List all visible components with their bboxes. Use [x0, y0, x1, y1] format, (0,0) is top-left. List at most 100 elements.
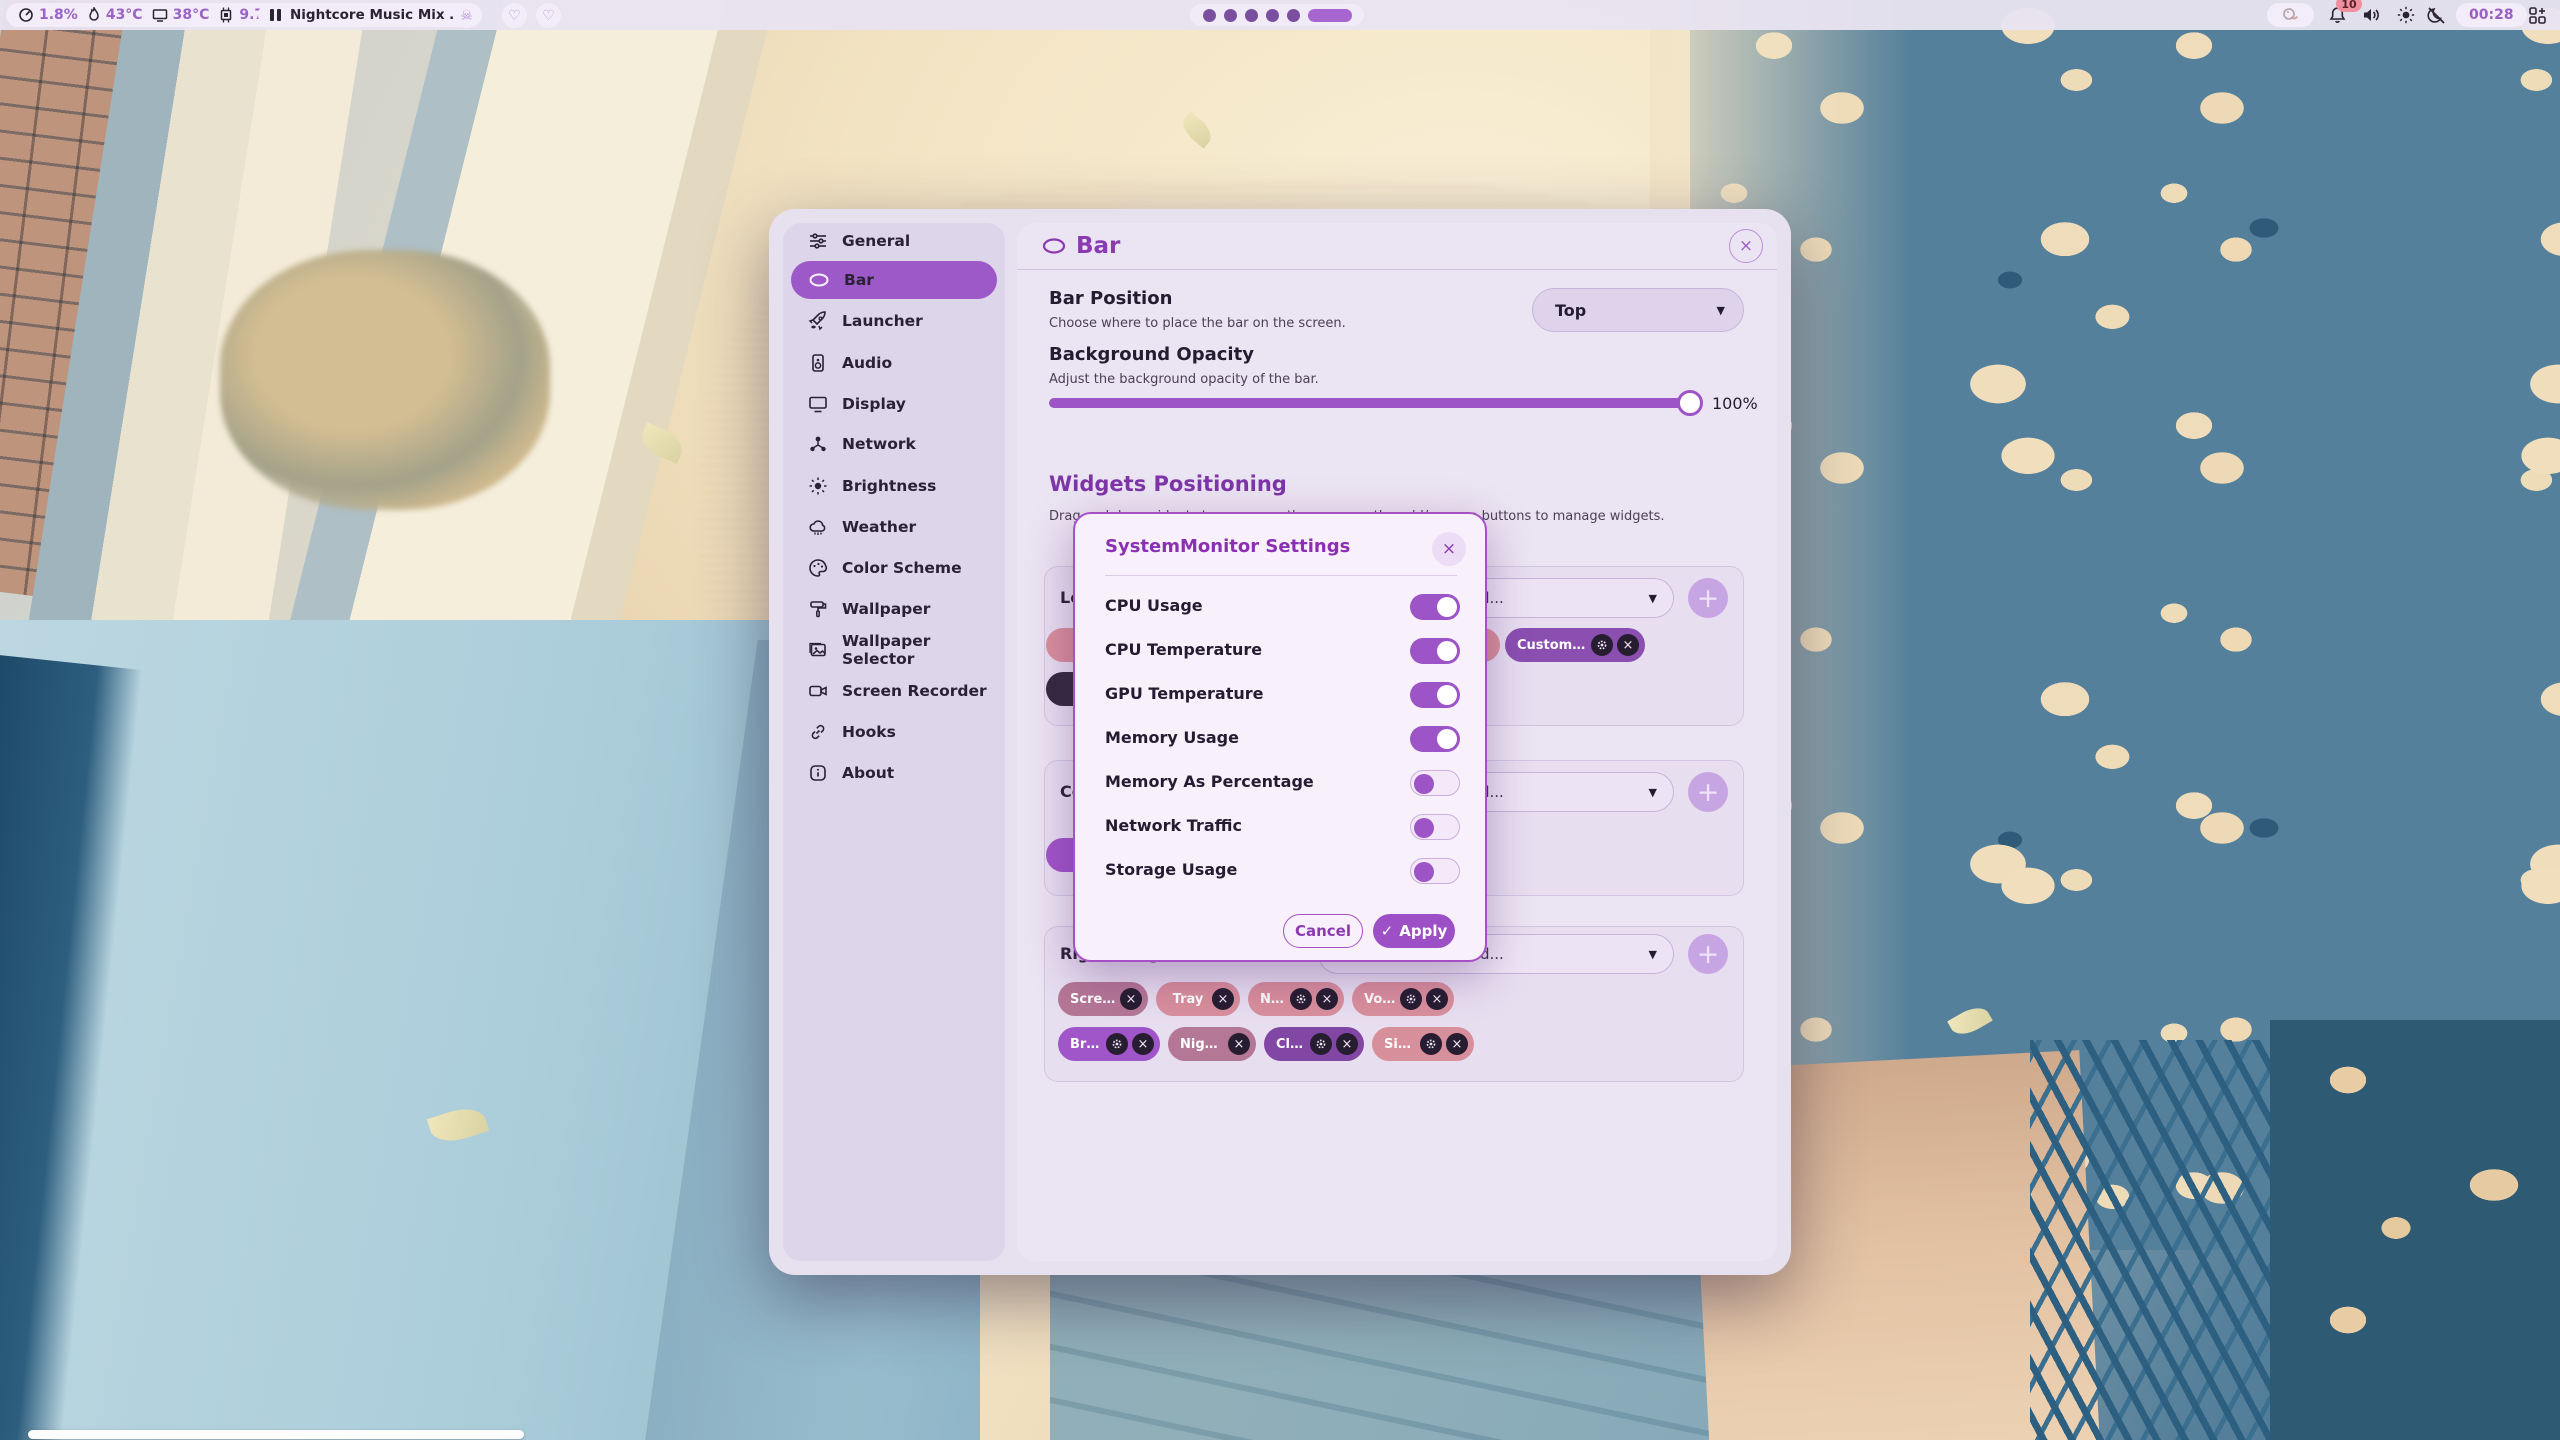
widget-settings-button[interactable]: [1106, 1033, 1128, 1055]
volume-button[interactable]: [2356, 0, 2386, 30]
sidebar-item-launcher[interactable]: Launcher: [791, 302, 997, 340]
sidebar-item-brightness[interactable]: Brightness: [791, 467, 997, 505]
background-opacity-label: Background Opacity: [1049, 344, 1254, 365]
widget-chip-volume[interactable]: Volume ×: [1352, 982, 1454, 1016]
opacity-slider-knob[interactable]: [1677, 390, 1703, 416]
toggle-memory-as-percentage[interactable]: [1410, 770, 1460, 796]
toggle-label-storage-usage: Storage Usage: [1105, 860, 1237, 879]
bar-position-dropdown[interactable]: Top ▼: [1532, 288, 1744, 332]
widget-chip-tray[interactable]: Tray ×: [1156, 982, 1240, 1016]
toggle-network-traffic[interactable]: [1410, 814, 1460, 840]
center-widgets-add-button[interactable]: +: [1688, 772, 1728, 812]
widget-remove-button[interactable]: ×: [1426, 988, 1448, 1010]
toggle-cpu-temperature[interactable]: [1410, 638, 1460, 664]
toggle-gpu-temperature[interactable]: [1410, 682, 1460, 708]
toggle-knob: [1437, 729, 1457, 749]
notifications-button[interactable]: 10: [2322, 0, 2352, 30]
modal-close-button[interactable]: ×: [1432, 532, 1466, 566]
right-widgets-add-button[interactable]: +: [1688, 934, 1728, 974]
toggle-storage-usage[interactable]: [1410, 858, 1460, 884]
speaker-icon: [2361, 6, 2381, 24]
plus-icon: +: [1697, 585, 1720, 612]
sidebar-item-general[interactable]: General: [791, 222, 997, 260]
sidebar-item-color-scheme[interactable]: Color Scheme: [791, 549, 997, 587]
chevron-down-icon: ▼: [1649, 786, 1657, 799]
window-close-button[interactable]: ×: [1729, 229, 1763, 263]
sliders-icon: [808, 231, 828, 251]
sidebar-item-screen-recorder[interactable]: Screen Recorder: [791, 672, 997, 710]
brightness-button[interactable]: [2392, 0, 2420, 30]
workspace-dot[interactable]: [1287, 9, 1300, 22]
toggle-knob: [1437, 597, 1457, 617]
sidebar-item-wallpaper[interactable]: Wallpaper: [791, 590, 997, 628]
workspace-active-dot[interactable]: [1308, 9, 1352, 22]
widget-remove-button[interactable]: ×: [1120, 988, 1142, 1010]
dashboard-button[interactable]: [2522, 0, 2552, 30]
left-widgets-add-button[interactable]: +: [1688, 578, 1728, 618]
heart-button[interactable]: ♡: [502, 3, 527, 28]
opacity-slider[interactable]: [1049, 398, 1697, 408]
workspace-indicator[interactable]: [1190, 4, 1364, 26]
tray-app-button[interactable]: [2267, 3, 2314, 27]
widget-chip-clock[interactable]: Clock ×: [1264, 1027, 1364, 1061]
widget-settings-button[interactable]: [1420, 1033, 1442, 1055]
apply-button[interactable]: ✓ Apply: [1373, 914, 1455, 948]
sidebar-item-about[interactable]: About: [791, 754, 997, 792]
clock[interactable]: 00:28: [2456, 3, 2527, 27]
heart-button[interactable]: ♡: [536, 3, 561, 28]
widget-remove-button[interactable]: ×: [1446, 1033, 1468, 1055]
sidebar-item-weather[interactable]: Weather: [791, 508, 997, 546]
widget-remove-button[interactable]: ×: [1617, 634, 1639, 656]
widgets-positioning-title: Widgets Positioning: [1049, 472, 1287, 496]
toggle-memory-usage[interactable]: [1410, 726, 1460, 752]
widget-remove-button[interactable]: ×: [1132, 1033, 1154, 1055]
sidebar-item-bar[interactable]: Bar: [791, 261, 997, 299]
widget-remove-button[interactable]: ×: [1212, 988, 1234, 1010]
widget-remove-button[interactable]: ×: [1228, 1033, 1250, 1055]
widget-remove-button[interactable]: ×: [1316, 988, 1338, 1010]
widget-settings-button[interactable]: [1310, 1033, 1332, 1055]
bar-position-label: Bar Position: [1049, 288, 1172, 309]
widget-chip-nightlight[interactable]: NightLight ×: [1168, 1027, 1256, 1061]
sidebar-item-network[interactable]: Network: [791, 425, 997, 463]
media-player-pill[interactable]: Nightcore Music Mix 20…: [258, 3, 482, 27]
close-icon: ×: [1218, 992, 1229, 1007]
brightness-icon: [808, 476, 828, 496]
close-icon: ×: [1234, 1037, 1245, 1052]
sidebar-item-audio[interactable]: Audio: [791, 344, 997, 382]
sidebar-item-wallpaper-selector[interactable]: Wallpaper Selector: [791, 631, 997, 669]
skull-button[interactable]: ☠: [454, 3, 479, 28]
close-icon: ×: [1322, 992, 1333, 1007]
header-divider: [1017, 269, 1777, 270]
gauge-icon: [18, 7, 34, 23]
desktop: 1.8% 43°C 38°C 9.7G Nightcore Music Mix …: [0, 0, 2560, 1440]
widget-chip-notifications[interactable]: Notification… ×: [1248, 982, 1344, 1016]
toggle-cpu-usage[interactable]: [1410, 594, 1460, 620]
workspace-dot[interactable]: [1266, 9, 1279, 22]
toggle-label-cpu-temperature: CPU Temperature: [1105, 640, 1262, 659]
wallpaper-bush: [220, 250, 550, 510]
workspace-dot[interactable]: [1203, 9, 1216, 22]
video-camera-icon: [808, 681, 828, 701]
widget-chip-brightness[interactable]: Brightness ×: [1058, 1027, 1160, 1061]
sidebar-item-display[interactable]: Display: [791, 385, 997, 423]
widget-chip-sidepanel[interactable]: SidePanelT… ×: [1372, 1027, 1474, 1061]
workspace-dot[interactable]: [1245, 9, 1258, 22]
widget-settings-button[interactable]: [1400, 988, 1422, 1010]
night-light-button[interactable]: [2420, 0, 2452, 30]
widget-remove-button[interactable]: ×: [1336, 1033, 1358, 1055]
widget-settings-button[interactable]: [1290, 988, 1312, 1010]
plus-icon: +: [1697, 941, 1720, 968]
sidebar-item-hooks[interactable]: Hooks: [791, 713, 997, 751]
workspace-dot[interactable]: [1224, 9, 1237, 22]
speaker-box-icon: [808, 353, 828, 373]
toggle-knob: [1437, 641, 1457, 661]
cancel-button[interactable]: Cancel: [1283, 914, 1363, 948]
close-icon: ×: [1342, 1037, 1353, 1052]
widget-chip-screenrecorder[interactable]: ScreenReco… ×: [1058, 982, 1148, 1016]
gear-icon: [1596, 639, 1608, 651]
widget-settings-button[interactable]: [1591, 634, 1613, 656]
heart-icon: ♡: [542, 9, 555, 23]
widget-chip-custombutton[interactable]: CustomButt… ×: [1505, 628, 1645, 662]
gear-icon: [1405, 993, 1417, 1005]
